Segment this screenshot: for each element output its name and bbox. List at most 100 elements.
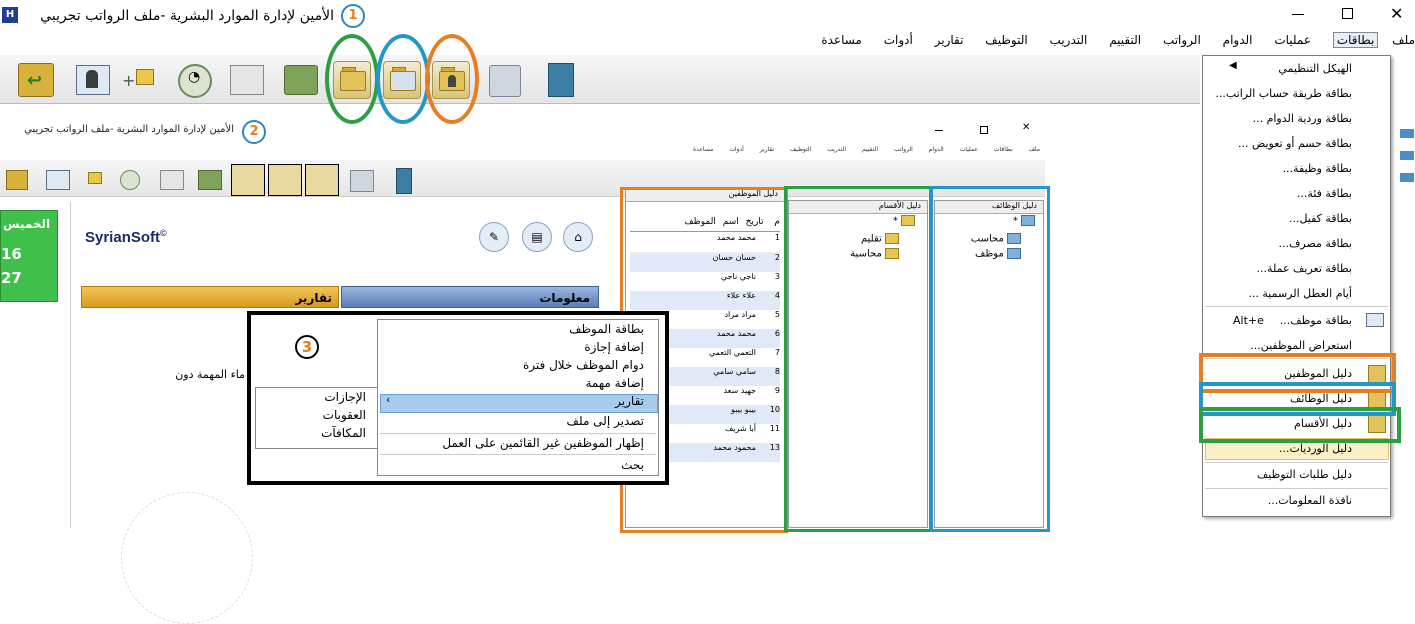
reports-submenu: الإجازات العقوبات المكافآت xyxy=(255,387,379,449)
close-icon[interactable]: ✕ xyxy=(1390,4,1403,23)
clock-icon[interactable]: ◔ xyxy=(178,64,212,98)
dd-job-card[interactable]: بطاقة وظيفة... xyxy=(1283,162,1352,175)
dd-salary-method[interactable]: بطاقة طريقة حساب الراتب... xyxy=(1215,87,1352,100)
menu-attendance[interactable]: الدوام xyxy=(1223,33,1253,47)
dd-category-card[interactable]: بطاقة فئة... xyxy=(1297,187,1352,200)
dd-employee-card[interactable]: بطاقة موظف... xyxy=(1280,314,1352,327)
inner-menu-reports[interactable]: تقارير xyxy=(760,146,774,153)
submenu-rewards[interactable]: المكافآت xyxy=(321,426,366,440)
dd-browse-employees[interactable]: استعراض الموظفين... xyxy=(1250,339,1352,352)
logout-door-icon[interactable] xyxy=(548,63,574,97)
submenu-arrow-icon: ◀ xyxy=(1229,60,1237,71)
dd-shortcut: Alt+e xyxy=(1233,314,1264,327)
inner-money-icon[interactable] xyxy=(198,170,222,190)
tab-reports[interactable]: تقارير xyxy=(81,286,339,308)
brand-logo: SyrianSoft© xyxy=(85,228,167,246)
ctx-attendance-period[interactable]: دوام الموظف خلال فترة xyxy=(523,358,644,372)
annotation-box-green xyxy=(784,186,932,532)
dd-sponsor-card[interactable]: بطاقة كفيل... xyxy=(1289,212,1352,225)
submenu-penalties[interactable]: العقوبات xyxy=(323,408,366,422)
inner-menu-salaries[interactable]: الرواتب xyxy=(894,146,913,153)
tab-reports-label: تقارير xyxy=(295,291,332,305)
dd-info-window[interactable]: نافذة المعلومات... xyxy=(1268,494,1352,507)
inner-maximize-icon[interactable] xyxy=(980,126,988,134)
employee-card-icon xyxy=(1366,313,1384,327)
window-title: الأمين لإدارة الموارد البشرية -ملف الروا… xyxy=(40,8,334,24)
submenu-arrow-icon: ‹ xyxy=(386,393,391,406)
dd-shifts-guide[interactable]: دليل الورديات... xyxy=(1279,442,1352,455)
dd-shift-card[interactable]: بطاقة وردية الدوام ... xyxy=(1253,112,1352,125)
inner-add-leave-icon[interactable] xyxy=(80,170,102,188)
home-round-icon[interactable]: ⌂ xyxy=(563,222,593,252)
exit-icon[interactable]: ↩ xyxy=(18,63,54,97)
ctx-add-leave[interactable]: إضافة إجازة xyxy=(584,340,644,354)
minimize-icon[interactable] xyxy=(1292,14,1304,15)
tab-info-label: معلومات xyxy=(539,291,590,305)
inner-menu-evaluation[interactable]: التقييم xyxy=(862,146,878,153)
brand-name: SyrianSoft xyxy=(85,229,161,246)
menu-hiring[interactable]: التوظيف xyxy=(985,33,1027,47)
calculator-icon[interactable] xyxy=(489,65,521,97)
dd-deduction-card[interactable]: بطاقة حسم أو تعويض ... xyxy=(1238,137,1352,150)
inner-calendar-icon[interactable] xyxy=(160,170,184,190)
inner-minimize-icon[interactable] xyxy=(935,130,943,131)
day-name: الخميس xyxy=(3,217,51,231)
menu-cards[interactable]: بطاقات xyxy=(1332,32,1379,48)
inner-menu-training[interactable]: التدريب xyxy=(827,146,846,153)
maximize-icon[interactable] xyxy=(1342,8,1353,19)
menu-bar: ملف بطاقات عمليات الدوام الرواتب التقييم… xyxy=(821,32,1415,51)
dd-org-structure[interactable]: الهيكل التنظيمي xyxy=(1278,62,1352,75)
ctx-export-file[interactable]: تصدير إلى ملف xyxy=(567,414,644,428)
calendar-clock-icon[interactable] xyxy=(230,65,264,95)
menu-tools[interactable]: أدوات xyxy=(884,33,913,47)
document-round-icon[interactable]: ▤ xyxy=(522,222,552,252)
tab-info[interactable]: معلومات xyxy=(341,286,599,308)
inner-employees-folder-icon[interactable] xyxy=(305,164,339,196)
menu-file[interactable]: ملف xyxy=(1392,33,1415,47)
app-icon: H xyxy=(2,7,18,23)
inner-menu-file[interactable]: ملف xyxy=(1029,146,1040,153)
ctx-show-inactive[interactable]: إظهار الموظفين غير القائمين على العمل xyxy=(442,436,644,450)
inner-menu-tools[interactable]: أدوات xyxy=(729,146,744,153)
ctx-add-task[interactable]: إضافة مهمة xyxy=(586,376,645,390)
inner-employee-card-icon[interactable] xyxy=(46,170,70,190)
inner-logout-icon[interactable] xyxy=(396,168,412,194)
menu-operations[interactable]: عمليات xyxy=(1274,33,1311,47)
inner-departments-folder-icon[interactable] xyxy=(231,164,265,196)
inner-menu-attendance[interactable]: الدوام xyxy=(929,146,944,153)
inner-menu-hiring[interactable]: التوظيف xyxy=(790,146,811,153)
submenu-leaves[interactable]: الإجازات xyxy=(324,390,366,404)
money-calculator-icon[interactable] xyxy=(284,65,318,95)
menu-training[interactable]: التدريب xyxy=(1050,33,1088,47)
annotation-badge-2: 2 xyxy=(242,120,266,144)
dd-currency-card[interactable]: بطاقة تعريف عملة... xyxy=(1257,262,1352,275)
inner-menu-help[interactable]: مساعدة xyxy=(693,146,713,153)
menu-reports[interactable]: تقارير xyxy=(935,33,964,47)
dd-bank-card[interactable]: بطاقة مصرف... xyxy=(1279,237,1352,250)
inner-exit-icon[interactable] xyxy=(6,170,28,190)
menu-help[interactable]: مساعدة xyxy=(821,33,862,47)
ctx-employee-card[interactable]: بطاقة الموظف xyxy=(569,322,644,336)
ctx-divider xyxy=(380,433,656,434)
folder-icon xyxy=(1400,151,1414,160)
inner-calculator-icon[interactable] xyxy=(350,170,374,192)
dd-holidays[interactable]: أيام العطل الرسمية ... xyxy=(1248,287,1352,300)
add-leave-icon[interactable]: + xyxy=(122,65,156,95)
inner-jobs-folder-icon[interactable] xyxy=(268,164,302,196)
inner-close-icon[interactable]: ✕ xyxy=(1022,122,1030,133)
employee-card-icon[interactable] xyxy=(76,65,110,95)
menu-evaluation[interactable]: التقييم xyxy=(1109,33,1141,47)
menu-salaries[interactable]: الرواتب xyxy=(1163,33,1201,47)
inner-menu-operations[interactable]: عمليات xyxy=(960,146,978,153)
ctx-search[interactable]: بحث xyxy=(621,458,644,472)
cards-dropdown-menu: الهيكل التنظيمي ◀ بطاقة طريقة حساب الرات… xyxy=(1202,55,1391,517)
inner-clock-icon[interactable] xyxy=(120,170,140,190)
day-number-1: 16 xyxy=(1,245,22,263)
inner-menu-cards[interactable]: بطاقات xyxy=(994,146,1013,153)
annotation-rect-green xyxy=(1199,407,1401,443)
ctx-reports[interactable]: تقارير xyxy=(615,394,644,408)
tools-round-icon[interactable]: ✎ xyxy=(479,222,509,252)
dd-job-applications[interactable]: دليل طلبات التوظيف xyxy=(1257,468,1352,481)
annotation-ring-green xyxy=(325,34,379,124)
copyright-mark: © xyxy=(160,228,167,238)
